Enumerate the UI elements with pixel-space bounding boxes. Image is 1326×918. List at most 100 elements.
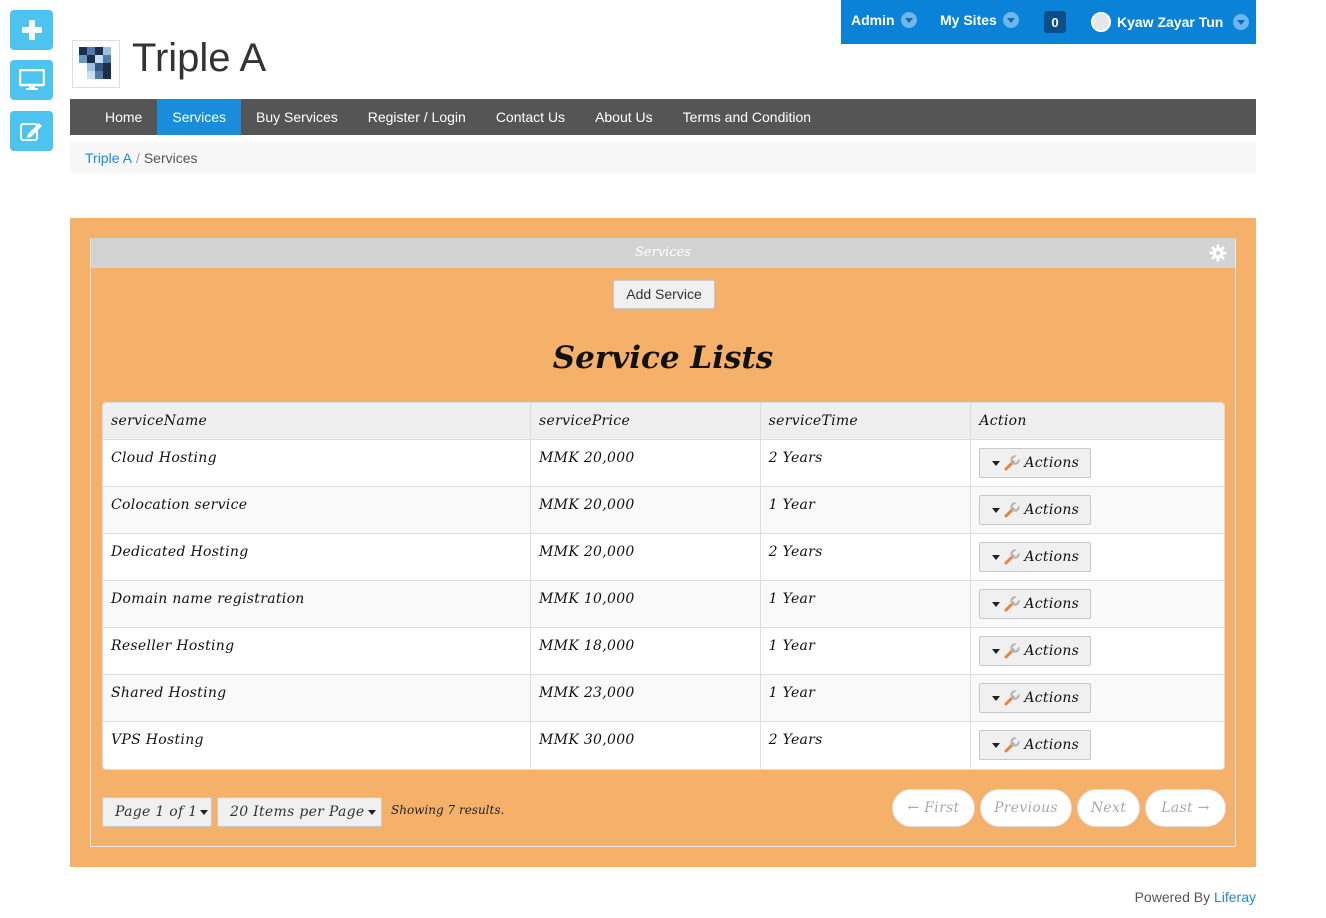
edit-controls-button[interactable] xyxy=(10,111,53,151)
service-price-cell: MMK 10,000 xyxy=(531,581,761,628)
actions-label: Actions xyxy=(1024,690,1080,706)
service-name-cell: Domain name registration xyxy=(103,581,532,628)
column-header-service-time[interactable]: serviceTime xyxy=(760,403,972,440)
nav-item-services[interactable]: Services xyxy=(157,99,242,135)
action-cell: Actions xyxy=(971,628,1224,675)
liferay-link[interactable]: Liferay xyxy=(1214,889,1256,905)
wrench-icon xyxy=(1004,690,1021,706)
action-cell: Actions xyxy=(971,534,1224,581)
chevron-down-icon xyxy=(1002,12,1019,28)
chevron-down-icon xyxy=(992,742,1001,748)
actions-label: Actions xyxy=(1024,596,1080,612)
service-time-cell: 1 Year xyxy=(760,581,972,628)
wrench-icon xyxy=(1004,549,1021,565)
column-header-service-name[interactable]: serviceName xyxy=(103,403,532,440)
site-title[interactable]: Triple A xyxy=(132,36,266,81)
user-menu[interactable]: Kyaw Zayar Tun xyxy=(1091,12,1250,32)
edit-icon xyxy=(19,123,42,141)
services-table: serviceName servicePrice serviceTime Act… xyxy=(102,402,1225,770)
service-name-cell: Cloud Hosting xyxy=(103,440,532,487)
page-label: Page 1 of 1 xyxy=(115,804,198,820)
actions-label: Actions xyxy=(1024,502,1080,518)
service-name-cell: Dedicated Hosting xyxy=(103,534,532,581)
page-select[interactable]: Page 1 of 1 xyxy=(102,797,212,827)
table-row: Dedicated Hosting MMK 20,000 2 Years Action… xyxy=(103,534,1224,581)
notifications-button[interactable]: 0 xyxy=(1044,11,1066,33)
portlet-header: Services xyxy=(91,238,1235,268)
wrench-icon xyxy=(1004,455,1021,471)
breadcrumb-home-link[interactable]: Triple A xyxy=(85,150,132,166)
actions-button[interactable]: Actions xyxy=(979,448,1092,478)
previous-page-button[interactable]: Previous xyxy=(980,789,1072,827)
service-lists-title: Service Lists xyxy=(552,340,774,376)
service-name-cell: VPS Hosting xyxy=(103,722,532,769)
gear-icon[interactable] xyxy=(1209,244,1227,262)
service-time-cell: 1 Year xyxy=(760,628,972,675)
nav-item-register-login[interactable]: Register / Login xyxy=(353,99,481,135)
column-header-action: Action xyxy=(971,403,1224,440)
actions-button[interactable]: Actions xyxy=(979,636,1092,666)
nav-item-home[interactable]: Home xyxy=(90,99,157,135)
next-page-button[interactable]: Next xyxy=(1077,789,1140,827)
nav-item-contact-us[interactable]: Contact Us xyxy=(481,99,580,135)
table-row: Colocation service MMK 20,000 1 Year Action… xyxy=(103,487,1224,534)
actions-button[interactable]: Actions xyxy=(979,589,1092,619)
items-per-page-select[interactable]: 20 Items per Page xyxy=(217,797,382,827)
service-price-cell: MMK 20,000 xyxy=(531,440,761,487)
action-cell: Actions xyxy=(971,487,1224,534)
table-row: Shared Hosting MMK 23,000 1 Year Actions xyxy=(103,675,1224,722)
breadcrumb-current: Services xyxy=(143,150,198,166)
table-row: VPS Hosting MMK 30,000 2 Years Actions xyxy=(103,722,1224,769)
admin-label: Admin xyxy=(851,12,895,28)
footer: Powered By Liferay xyxy=(1135,889,1256,905)
breadcrumb-separator: / xyxy=(135,150,140,166)
wrench-icon xyxy=(1004,596,1021,612)
actions-button[interactable]: Actions xyxy=(979,542,1092,572)
actions-label: Actions xyxy=(1024,549,1080,565)
powered-by-label: Powered By xyxy=(1134,889,1211,905)
table-header-row: serviceName servicePrice serviceTime Act… xyxy=(103,403,1224,440)
user-name: Kyaw Zayar Tun xyxy=(1117,14,1224,30)
action-cell: Actions xyxy=(971,675,1224,722)
chevron-down-icon xyxy=(992,460,1001,466)
actions-button[interactable]: Actions xyxy=(979,683,1092,713)
chevron-down-icon xyxy=(992,695,1001,701)
actions-label: Actions xyxy=(1024,737,1080,753)
nav-item-terms[interactable]: Terms and Condition xyxy=(668,99,826,135)
add-service-button[interactable]: Add Service xyxy=(613,280,715,309)
my-sites-menu[interactable]: My Sites xyxy=(940,12,1019,28)
add-button[interactable] xyxy=(10,10,53,50)
results-count: Showing 7 results. xyxy=(391,803,505,817)
logo-icon xyxy=(79,47,111,79)
nav-item-buy-services[interactable]: Buy Services xyxy=(241,99,353,135)
wrench-icon xyxy=(1004,737,1021,753)
preview-button[interactable] xyxy=(10,60,53,100)
last-page-button[interactable]: Last → xyxy=(1145,789,1226,827)
table-row: Domain name registration MMK 10,000 1 Year… xyxy=(103,581,1224,628)
services-portlet: Services Add Service Service Lists servi… xyxy=(90,238,1236,847)
action-cell: Actions xyxy=(971,722,1224,769)
nav-item-about-us[interactable]: About Us xyxy=(580,99,668,135)
actions-button[interactable]: Actions xyxy=(979,495,1092,525)
chevron-down-icon xyxy=(992,601,1001,607)
service-price-cell: MMK 20,000 xyxy=(531,487,761,534)
site-logo[interactable] xyxy=(72,40,120,88)
service-name-cell: Shared Hosting xyxy=(103,675,532,722)
chevron-down-icon xyxy=(367,809,376,815)
admin-menu[interactable]: Admin xyxy=(851,12,917,28)
column-header-service-price[interactable]: servicePrice xyxy=(531,403,761,440)
first-page-button[interactable]: ← First xyxy=(892,789,975,827)
notification-count: 0 xyxy=(1044,11,1066,33)
my-sites-label: My Sites xyxy=(940,12,997,28)
main-navigation: Home Services Buy Services Register / Lo… xyxy=(70,99,1256,135)
service-price-cell: MMK 30,000 xyxy=(531,722,761,769)
chevron-down-icon xyxy=(1233,14,1250,30)
portlet-title: Services xyxy=(635,245,691,260)
items-per-page-label: 20 Items per Page xyxy=(230,804,365,820)
service-name-cell: Colocation service xyxy=(103,487,532,534)
service-price-cell: MMK 18,000 xyxy=(531,628,761,675)
actions-button[interactable]: Actions xyxy=(979,730,1092,760)
service-time-cell: 1 Year xyxy=(760,487,972,534)
breadcrumb: Triple A / Services xyxy=(70,142,1256,173)
chevron-down-icon xyxy=(992,648,1001,654)
